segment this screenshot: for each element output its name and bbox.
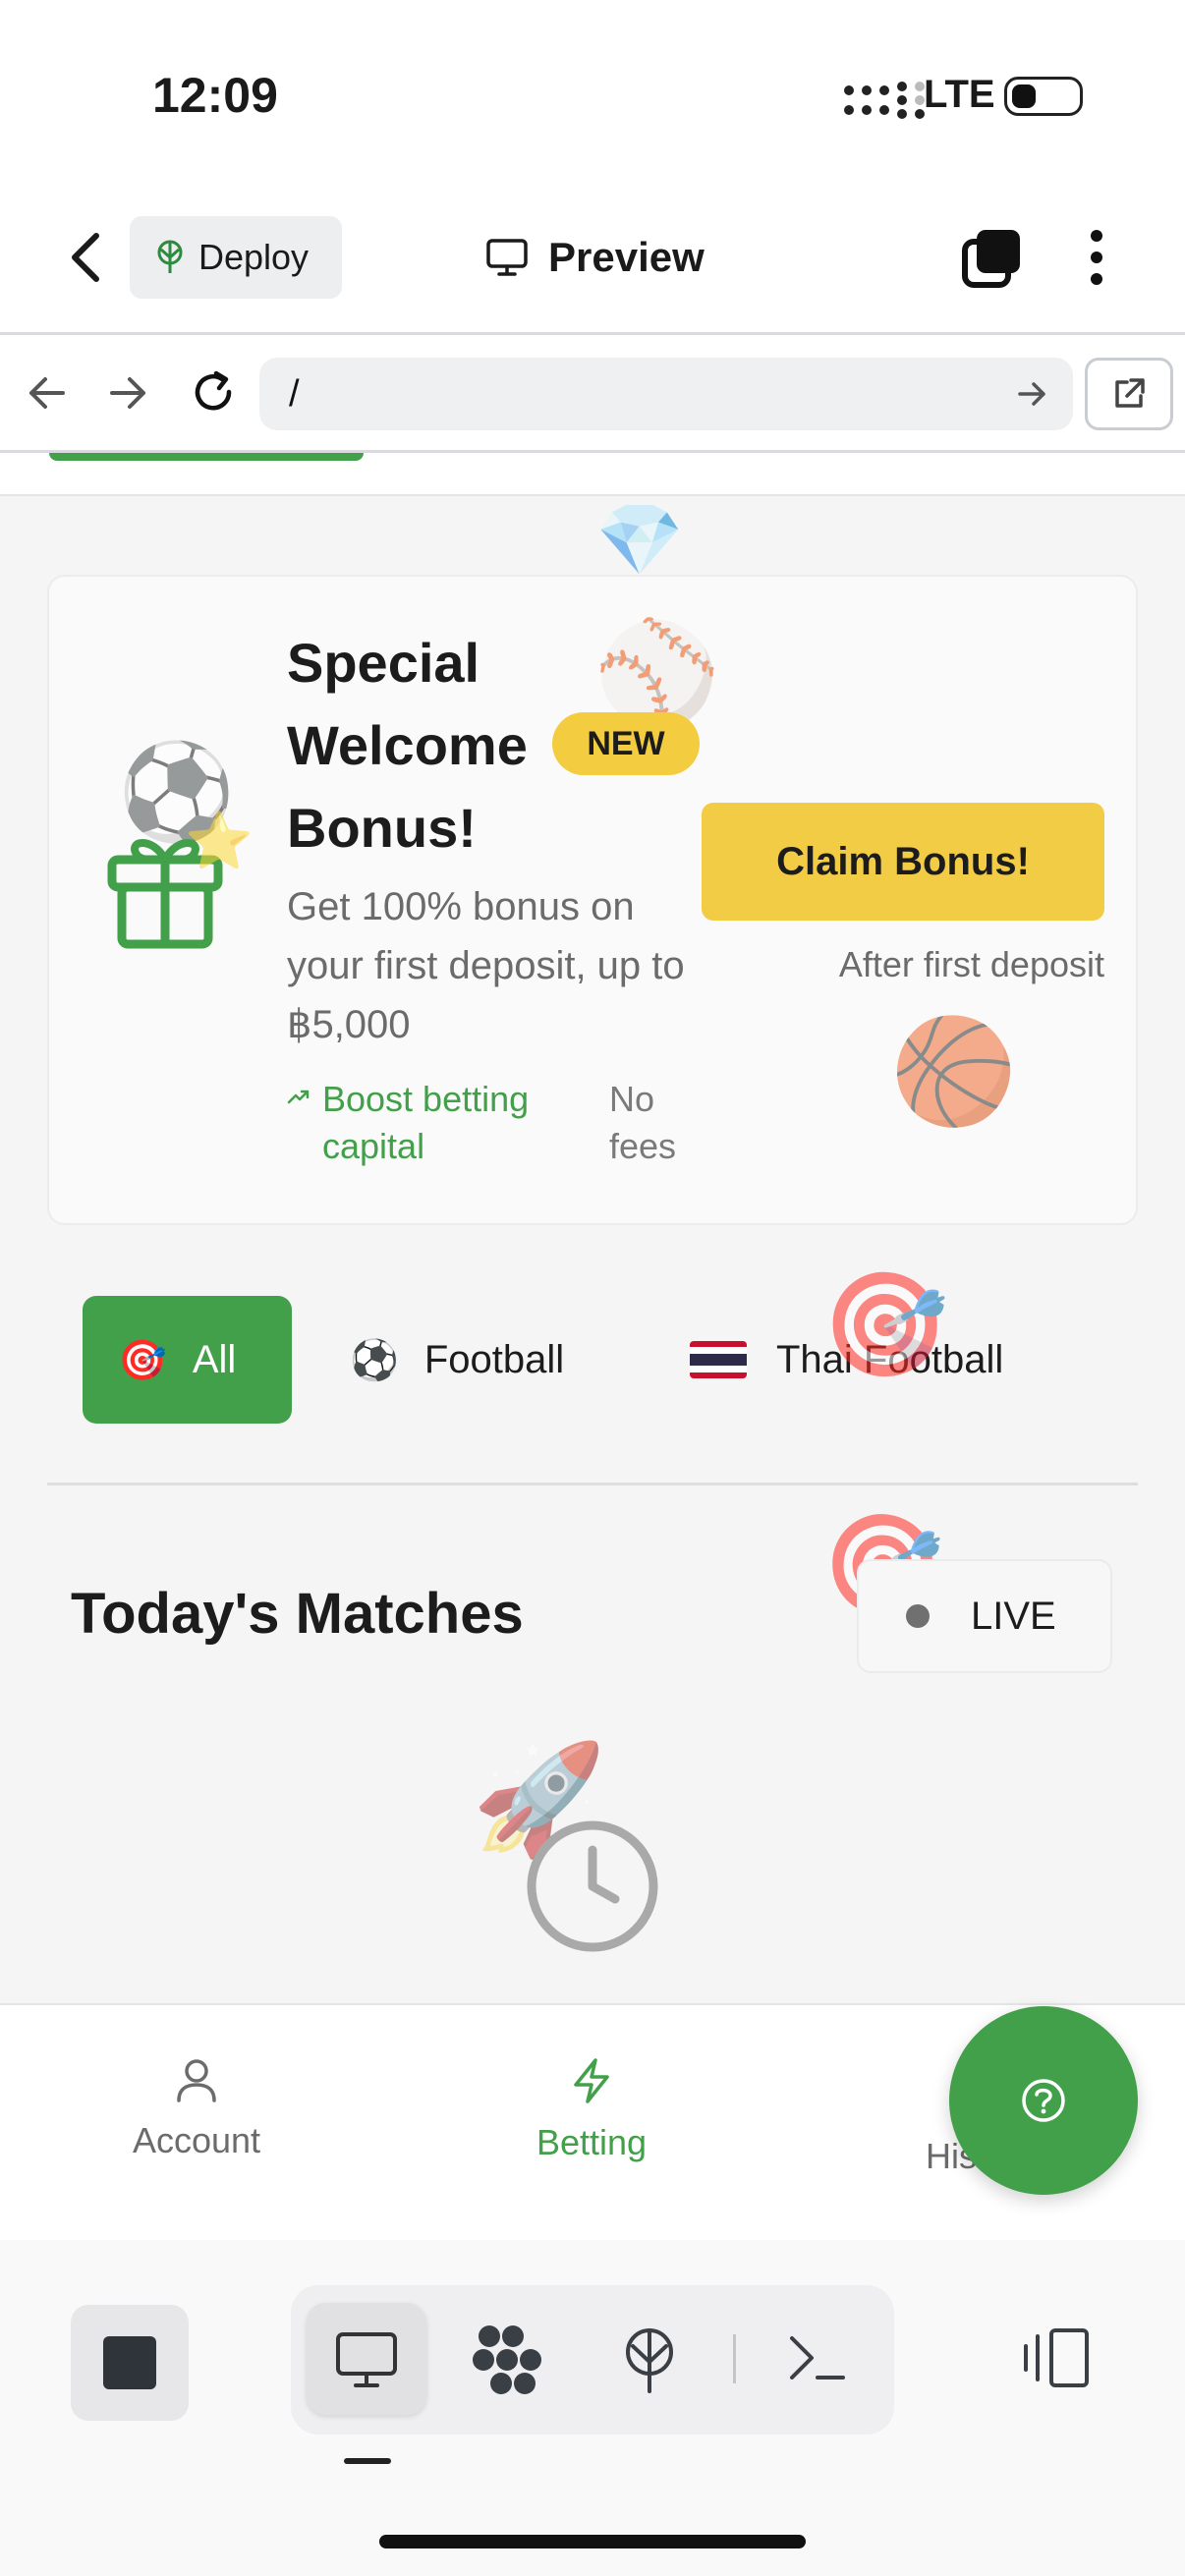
- help-button[interactable]: [949, 2006, 1138, 2195]
- web-page: 💎 ⚽ ⭐ ⚾ 🏀 Special Welcome Bonus! NEW Get…: [0, 453, 1185, 2005]
- apps-icon[interactable]: [470, 2323, 544, 2397]
- desktop-preview-icon[interactable]: [334, 2330, 399, 2389]
- go-arrow-icon[interactable]: [1016, 379, 1049, 409]
- battery-icon: [1004, 77, 1083, 116]
- deploy-icon: [157, 240, 183, 273]
- help-icon: [1022, 2079, 1065, 2122]
- bonus-description: Get 100% bonus on your first deposit, up…: [287, 885, 685, 1046]
- nav-betting[interactable]: Betting: [444, 2057, 739, 2163]
- category-tab-all[interactable]: 🎯 All: [83, 1296, 292, 1424]
- network-type: LTE: [924, 73, 995, 116]
- external-link-icon: [1115, 378, 1145, 408]
- diamond-decoration: 💎: [595, 501, 684, 580]
- claim-bonus-button[interactable]: Claim Bonus!: [702, 803, 1104, 921]
- arrow-right-icon[interactable]: [106, 371, 149, 415]
- boost-label: Boost betting capital: [322, 1079, 530, 1166]
- thai-flag-icon: [690, 1341, 747, 1378]
- reload-icon[interactable]: [189, 367, 238, 417]
- claim-note: After first deposit: [838, 944, 1104, 984]
- more-options-icon[interactable]: [1081, 228, 1112, 287]
- clock-icon: [527, 1820, 658, 1952]
- stop-button[interactable]: [71, 2305, 189, 2421]
- user-icon: [177, 2059, 216, 2102]
- live-label: LIVE: [971, 1594, 1056, 1638]
- matches-title: Today's Matches: [71, 1582, 524, 1646]
- preview-tab[interactable]: Preview: [485, 228, 705, 287]
- stop-icon: [103, 2336, 156, 2389]
- monitor-icon: [486, 239, 528, 276]
- basketball-decoration: 🏀: [890, 1015, 1018, 1129]
- preview-label: Preview: [548, 234, 705, 280]
- bonus-title: Special Welcome Bonus!: [287, 632, 528, 859]
- tool-divider: [733, 2334, 736, 2383]
- signal-icon: [844, 82, 925, 119]
- boost-feature: Boost betting capital: [287, 1076, 558, 1170]
- live-dot: [906, 1604, 930, 1628]
- new-badge: NEW: [552, 712, 700, 775]
- deploy-tool-icon[interactable]: [619, 2326, 680, 2395]
- deploy-label: Deploy: [198, 237, 310, 277]
- back-chevron-icon[interactable]: [63, 228, 110, 287]
- nav-betting-label: Betting: [536, 2122, 648, 2162]
- open-external-button[interactable]: [1085, 358, 1173, 430]
- url-input[interactable]: /: [259, 358, 1073, 430]
- lightning-icon: [574, 2058, 609, 2103]
- target-decoration: 🎯: [821, 1268, 949, 1382]
- home-indicator[interactable]: [379, 2535, 806, 2548]
- target-icon: 🎯: [118, 1338, 167, 1382]
- no-fees-label: No fees: [609, 1079, 677, 1166]
- nav-account-label: Account: [132, 2120, 261, 2160]
- category-all-label: All: [192, 1337, 237, 1381]
- category-tab-football[interactable]: ⚽ Football: [350, 1296, 564, 1424]
- soccer-ball-icon: ⚽: [350, 1338, 399, 1382]
- trending-up-icon: [287, 1090, 310, 1104]
- active-tool-indicator: [344, 2458, 391, 2464]
- status-time: 12:09: [152, 68, 278, 123]
- arrow-left-icon[interactable]: [26, 371, 69, 415]
- terminal-icon[interactable]: [786, 2330, 849, 2385]
- deploy-button[interactable]: Deploy: [130, 216, 342, 299]
- tabs-icon[interactable]: [961, 228, 1024, 289]
- live-filter-button[interactable]: LIVE: [857, 1559, 1112, 1673]
- scrolled-green-button[interactable]: [49, 453, 364, 461]
- category-divider: [47, 1483, 1138, 1485]
- nav-account[interactable]: Account: [49, 2057, 344, 2161]
- category-football-label: Football: [423, 1337, 565, 1381]
- star-decoration: ⭐: [185, 810, 254, 871]
- split-view-icon[interactable]: [1018, 2326, 1093, 2389]
